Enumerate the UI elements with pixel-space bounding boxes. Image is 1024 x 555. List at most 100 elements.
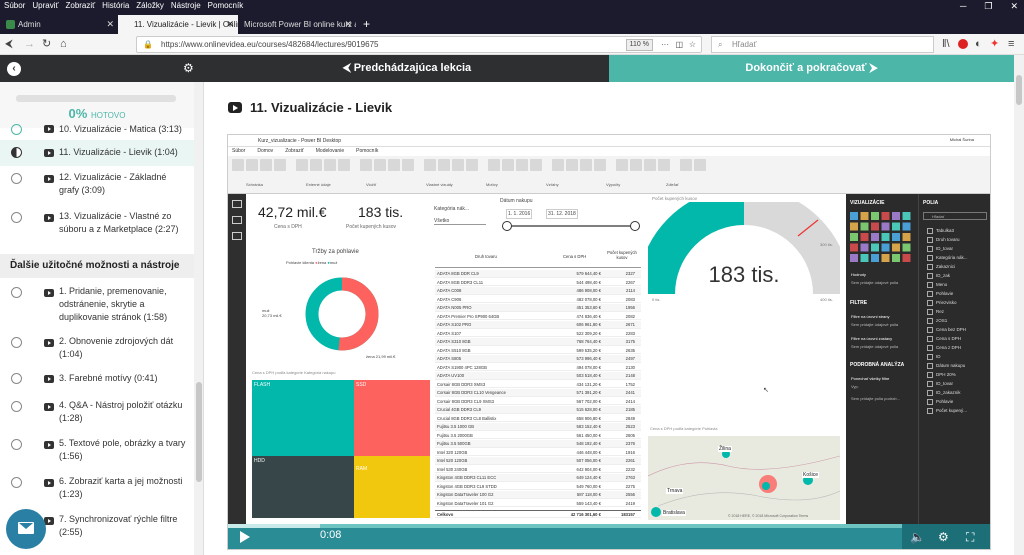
field-item[interactable]: Cena bez DPH <box>927 327 966 333</box>
video-player[interactable]: Kurz_vizualizacie - Power BI Desktop Súb… <box>227 134 991 550</box>
ribbon-button-icon[interactable] <box>246 159 258 171</box>
ribbon-button-icon[interactable] <box>630 159 642 171</box>
table-row[interactable]: ADATA Premier Pro SP900 64GB 474 836,40 €… <box>435 313 641 321</box>
table-row[interactable]: ADATA S102 PRO 606 961,80 € 2671 <box>435 321 641 329</box>
visual-type-icon[interactable] <box>902 212 911 220</box>
table-row[interactable]: ADATA N005 PRO 451 353,60 € 1956 <box>435 304 641 312</box>
filter-drop[interactable]: Sem pridajte údajové polia <box>851 322 898 327</box>
lecture-item[interactable]: 12. Vizualizácie - Základné grafy (3:09) <box>0 169 194 201</box>
visual-type-icon[interactable] <box>860 243 869 252</box>
ribbon-button-icon[interactable] <box>232 159 244 171</box>
field-item[interactable]: Druh tovaru <box>927 237 960 243</box>
ribbon-button-icon[interactable] <box>580 159 592 171</box>
ribbon-button-icon[interactable] <box>594 159 606 171</box>
visual-type-icon[interactable] <box>871 243 879 252</box>
visual-type-icon[interactable] <box>892 222 900 231</box>
pbi-tab[interactable]: Súbor <box>232 147 245 156</box>
close-tab-icon[interactable]: ✕ <box>106 15 114 34</box>
visual-type-icon[interactable] <box>902 222 911 231</box>
data-view-icon[interactable] <box>232 216 242 224</box>
visual-type-icon[interactable] <box>860 254 869 262</box>
data-table[interactable]: Druh tovaru Cena s DPH Počet kupených ku… <box>435 248 647 520</box>
menu-item[interactable]: Zobraziť <box>65 0 95 12</box>
field-item[interactable]: Počet kupený... <box>927 408 967 414</box>
minimize-icon[interactable]: ─ <box>960 0 966 12</box>
column-header[interactable]: Cena s DPH <box>563 254 586 259</box>
play-icon[interactable] <box>240 531 250 543</box>
visual-type-icon[interactable] <box>860 233 869 241</box>
table-row[interactable]: Intel 520 120GB 507 056,00 € 2261 <box>435 457 641 465</box>
visual-type-icon[interactable] <box>850 254 858 262</box>
pocket-icon[interactable]: ◫ <box>675 37 683 52</box>
table-row[interactable]: ADATA S805 573 996,40 € 2497 <box>435 355 641 363</box>
close-tab-icon[interactable]: ✕ <box>226 15 234 34</box>
ribbon-button-icon[interactable] <box>552 159 564 171</box>
field-item[interactable]: Priezvisko <box>927 300 957 306</box>
visual-type-icon[interactable] <box>892 212 900 220</box>
table-row[interactable]: Fujitsu 3.5 500GB 548 192,40 € 2376 <box>435 440 641 448</box>
visual-type-icon[interactable] <box>860 222 869 231</box>
visual-type-icon[interactable] <box>850 243 858 252</box>
search-input[interactable]: ⌕ Hľadať <box>711 36 934 53</box>
ribbon-button-icon[interactable] <box>296 159 308 171</box>
table-row[interactable]: Kingston DataTraveler 101 G2 559 143,40 €… <box>435 500 641 508</box>
visual-type-icon[interactable] <box>892 243 900 252</box>
bookmark-star-icon[interactable]: ☆ <box>689 37 696 52</box>
menu-item[interactable]: Nástroje <box>171 0 201 12</box>
field-item[interactable]: ID_zakaznik <box>927 390 961 396</box>
seek-bar[interactable] <box>228 524 990 528</box>
maximize-icon[interactable]: ❐ <box>984 0 992 12</box>
fullscreen-icon[interactable]: ⛶ <box>966 530 974 545</box>
lecture-item[interactable]: 6. Zobraziť karta a jej možnosti (1:23) <box>0 474 194 504</box>
sync-icon[interactable]: ◐ <box>975 38 982 50</box>
chat-button[interactable] <box>6 509 46 549</box>
menu-item[interactable]: Upraviť <box>32 0 58 12</box>
field-item[interactable]: ID <box>927 354 941 360</box>
menu-item[interactable]: História <box>102 0 129 12</box>
sidebar-scrollbar[interactable] <box>194 82 203 555</box>
visual-type-icon[interactable] <box>850 222 858 231</box>
adblock-icon[interactable] <box>958 39 968 49</box>
field-item[interactable]: ID_tovar <box>927 381 953 387</box>
field-item[interactable]: Cena s DPH <box>927 336 961 342</box>
table-row[interactable]: ADATA C906 482 078,00 € 2083 <box>435 296 641 304</box>
field-item[interactable]: Kategória nák... <box>927 255 968 261</box>
map-visual[interactable]: Žilina Košice Trnava Bratislava © 2018 H… <box>648 436 840 520</box>
visual-type-icon[interactable] <box>902 243 911 252</box>
ribbon-button-icon[interactable] <box>402 159 414 171</box>
lecture-item[interactable]: 4. Q&A - Nástroj položiť otázku (1:28) <box>0 398 194 428</box>
column-header[interactable]: Druh tovaru <box>475 254 497 259</box>
ribbon-button-icon[interactable] <box>516 159 528 171</box>
table-row[interactable]: ADATA S1900 4PC 128GB 494 078,00 € 2130 <box>435 364 641 372</box>
tab-powerbi-course[interactable]: Microsoft Power BI online kurz a 8 ✕ <box>240 15 356 34</box>
field-item[interactable]: Dátum nakupu <box>927 363 965 369</box>
scrollbar-thumb[interactable] <box>1016 75 1022 105</box>
field-item[interactable]: Tabulka3 <box>927 228 954 234</box>
settings-gear-icon[interactable]: ⚙ <box>938 530 949 544</box>
report-view-icon[interactable] <box>232 200 242 208</box>
table-row[interactable]: Fujitsu 3.5 2000GB 561 450,00 € 2605 <box>435 432 641 440</box>
visual-type-icon[interactable] <box>881 243 890 252</box>
ribbon-button-icon[interactable] <box>274 159 286 171</box>
lecture-item[interactable]: 5. Textové pole, obrázky a tvary (1:56) <box>0 436 194 466</box>
table-row[interactable]: ADATA S510 8GB 599 535,20 € 2635 <box>435 347 641 355</box>
ribbon-button-icon[interactable] <box>644 159 656 171</box>
ribbon-button-icon[interactable] <box>324 159 336 171</box>
ribbon-button-icon[interactable] <box>438 159 450 171</box>
gear-icon[interactable]: ⚙ <box>183 61 194 75</box>
menu-item[interactable]: Súbor <box>4 0 25 12</box>
ribbon-button-icon[interactable] <box>680 159 692 171</box>
visual-type-icon[interactable] <box>881 222 890 231</box>
menu-item[interactable]: Záložky <box>136 0 164 12</box>
ribbon-button-icon[interactable] <box>616 159 628 171</box>
field-item[interactable]: DPH 20% <box>927 372 956 378</box>
pbi-tab[interactable]: Pomocník <box>356 147 378 156</box>
lecture-item-active[interactable]: 11. Vizualizácie - Lievik (1:04) <box>0 140 194 166</box>
visual-type-icon[interactable] <box>871 222 879 231</box>
table-row[interactable]: Intel 320 120GB 446 448,00 € 1916 <box>435 449 641 457</box>
table-row[interactable]: Kingston 4GB DDR3 CL9 STDD 549 760,00 € 22… <box>435 483 641 491</box>
treemap-tile-ssd[interactable]: SSD <box>354 380 430 456</box>
menu-item[interactable]: Pomocník <box>208 0 244 12</box>
ribbon-button-icon[interactable] <box>566 159 578 171</box>
hamburger-menu-icon[interactable]: ≡ <box>1008 38 1014 50</box>
